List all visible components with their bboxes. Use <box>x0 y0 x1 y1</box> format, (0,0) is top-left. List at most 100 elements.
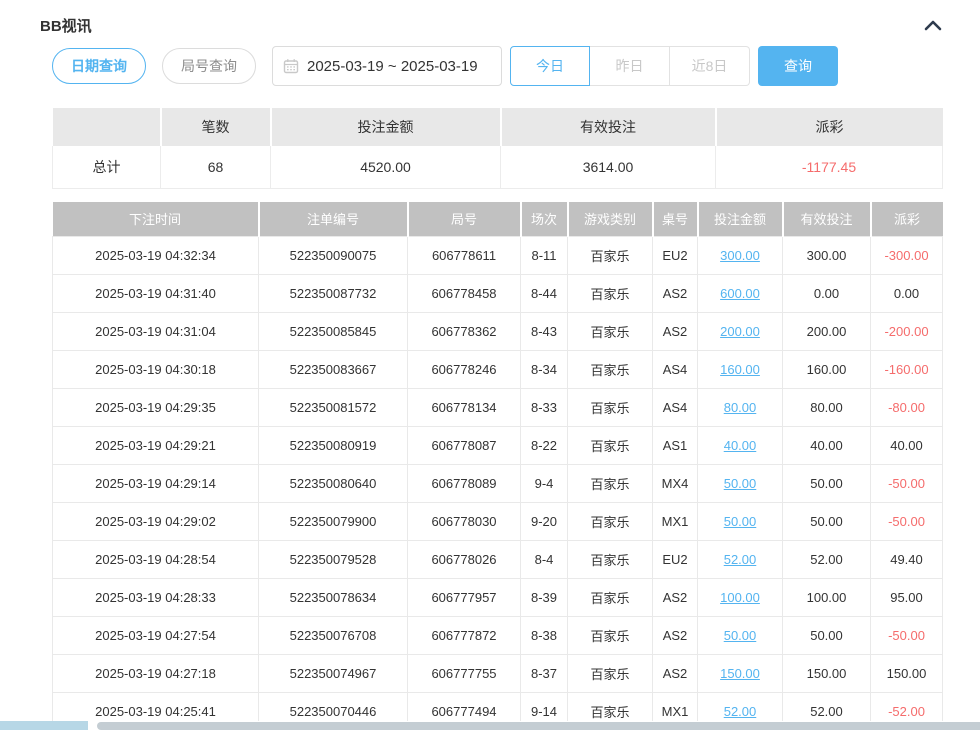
cell-valid-bet: 0.00 <box>783 275 871 313</box>
summary-valid-bet: 3614.00 <box>501 146 716 188</box>
cell-order-number: 522350076708 <box>259 617 408 655</box>
cell-round-number: 606778458 <box>408 275 521 313</box>
cell-table-number: AS1 <box>653 427 698 465</box>
cell-round-number: 606778246 <box>408 351 521 389</box>
cell-bet-time: 2025-03-19 04:28:33 <box>53 579 259 617</box>
bet-amount-link[interactable]: 150.00 <box>720 666 760 681</box>
cell-game-type: 百家乐 <box>568 313 653 351</box>
cell-game-type: 百家乐 <box>568 427 653 465</box>
summary-col-header-1: 笔数 <box>161 108 271 146</box>
cell-bet-time: 2025-03-19 04:29:14 <box>53 465 259 503</box>
cell-bet-time: 2025-03-19 04:28:54 <box>53 541 259 579</box>
cell-bet-time: 2025-03-19 04:27:54 <box>53 617 259 655</box>
summary-table: 笔数投注金额有效投注派彩 总计 68 4520.00 3614.00 -1177… <box>52 108 943 189</box>
cell-order-number: 522350074967 <box>259 655 408 693</box>
table-row: 2025-03-19 04:32:34522350090075606778611… <box>53 237 943 275</box>
table-row: 2025-03-19 04:28:54522350079528606778026… <box>53 541 943 579</box>
cell-session: 9-4 <box>521 465 568 503</box>
cell-game-type: 百家乐 <box>568 617 653 655</box>
cell-valid-bet: 50.00 <box>783 465 871 503</box>
cell-session: 8-38 <box>521 617 568 655</box>
round-query-tab[interactable]: 局号查询 <box>162 48 256 84</box>
cell-valid-bet: 160.00 <box>783 351 871 389</box>
cell-bet-time: 2025-03-19 04:29:02 <box>53 503 259 541</box>
cell-table-number: EU2 <box>653 237 698 275</box>
bet-amount-link[interactable]: 600.00 <box>720 286 760 301</box>
bet-amount-link[interactable]: 50.00 <box>724 514 757 529</box>
cell-round-number: 606777755 <box>408 655 521 693</box>
table-row: 2025-03-19 04:27:18522350074967606777755… <box>53 655 943 693</box>
bet-col-header-5: 桌号 <box>653 202 698 237</box>
cell-game-type: 百家乐 <box>568 579 653 617</box>
bet-amount-link[interactable]: 52.00 <box>724 552 757 567</box>
cell-valid-bet: 200.00 <box>783 313 871 351</box>
cell-valid-bet: 50.00 <box>783 617 871 655</box>
cell-valid-bet: 80.00 <box>783 389 871 427</box>
cell-game-type: 百家乐 <box>568 351 653 389</box>
table-row: 2025-03-19 04:29:02522350079900606778030… <box>53 503 943 541</box>
h-scrollbar-left-segment[interactable] <box>0 721 88 730</box>
summary-total-row: 总计 68 4520.00 3614.00 -1177.45 <box>53 146 943 188</box>
bet-amount-link[interactable]: 52.00 <box>724 704 757 719</box>
bet-amount-link[interactable]: 80.00 <box>724 400 757 415</box>
bet-table-body: 2025-03-19 04:32:34522350090075606778611… <box>53 237 943 730</box>
search-button[interactable]: 查询 <box>758 46 838 86</box>
cell-game-type: 百家乐 <box>568 237 653 275</box>
summary-col-header-0 <box>53 108 161 146</box>
cell-round-number: 606777872 <box>408 617 521 655</box>
cell-payout: -200.00 <box>871 313 943 351</box>
cell-order-number: 522350083667 <box>259 351 408 389</box>
cell-bet-amount: 50.00 <box>698 465 783 503</box>
cell-payout: 95.00 <box>871 579 943 617</box>
cell-payout: -300.00 <box>871 237 943 275</box>
bet-amount-link[interactable]: 50.00 <box>724 476 757 491</box>
cell-valid-bet: 52.00 <box>783 541 871 579</box>
cell-order-number: 522350090075 <box>259 237 408 275</box>
bet-col-header-2: 局号 <box>408 202 521 237</box>
bet-col-header-3: 场次 <box>521 202 568 237</box>
cell-bet-time: 2025-03-19 04:29:35 <box>53 389 259 427</box>
bet-col-header-4: 游戏类别 <box>568 202 653 237</box>
cell-session: 8-11 <box>521 237 568 275</box>
bet-amount-link[interactable]: 40.00 <box>724 438 757 453</box>
cell-round-number: 606777957 <box>408 579 521 617</box>
bb-video-panel: BB视讯 日期查询 局号查询 20 <box>0 0 980 730</box>
date-query-tab[interactable]: 日期查询 <box>52 48 146 84</box>
cell-payout: -160.00 <box>871 351 943 389</box>
cell-order-number: 522350079528 <box>259 541 408 579</box>
filter-toolbar: 日期查询 局号查询 2025-03-19 ~ 2025-03-19 今日昨日近8… <box>52 46 943 86</box>
calendar-icon <box>283 58 299 74</box>
h-scrollbar-thumb[interactable] <box>97 722 980 730</box>
cell-bet-time: 2025-03-19 04:30:18 <box>53 351 259 389</box>
cell-order-number: 522350079900 <box>259 503 408 541</box>
cell-valid-bet: 40.00 <box>783 427 871 465</box>
cell-payout: 40.00 <box>871 427 943 465</box>
cell-valid-bet: 50.00 <box>783 503 871 541</box>
cell-valid-bet: 300.00 <box>783 237 871 275</box>
quick-range-last8days[interactable]: 近8日 <box>670 46 750 86</box>
page-title: BB视讯 <box>40 15 92 36</box>
summary-payout: -1177.45 <box>716 146 943 188</box>
quick-range-yesterday[interactable]: 昨日 <box>590 46 670 86</box>
cell-session: 9-20 <box>521 503 568 541</box>
bet-amount-link[interactable]: 160.00 <box>720 362 760 377</box>
cell-round-number: 606778026 <box>408 541 521 579</box>
table-row: 2025-03-19 04:29:14522350080640606778089… <box>53 465 943 503</box>
bet-col-header-0: 下注时间 <box>53 202 259 237</box>
bet-amount-link[interactable]: 50.00 <box>724 628 757 643</box>
cell-bet-time: 2025-03-19 04:27:18 <box>53 655 259 693</box>
cell-table-number: AS2 <box>653 313 698 351</box>
bet-records-table: 下注时间注单编号局号场次游戏类别桌号投注金额有效投注派彩 2025-03-19 … <box>52 202 943 730</box>
cell-table-number: MX4 <box>653 465 698 503</box>
bet-amount-link[interactable]: 300.00 <box>720 248 760 263</box>
quick-range-today[interactable]: 今日 <box>510 46 590 86</box>
bet-amount-link[interactable]: 100.00 <box>720 590 760 605</box>
cell-round-number: 606778087 <box>408 427 521 465</box>
bet-col-header-1: 注单编号 <box>259 202 408 237</box>
bet-amount-link[interactable]: 200.00 <box>720 324 760 339</box>
collapse-chevron-up-icon[interactable] <box>923 18 943 32</box>
summary-col-header-3: 有效投注 <box>501 108 716 146</box>
cell-payout: -80.00 <box>871 389 943 427</box>
bet-col-header-8: 派彩 <box>871 202 943 237</box>
date-range-input[interactable]: 2025-03-19 ~ 2025-03-19 <box>272 46 502 86</box>
